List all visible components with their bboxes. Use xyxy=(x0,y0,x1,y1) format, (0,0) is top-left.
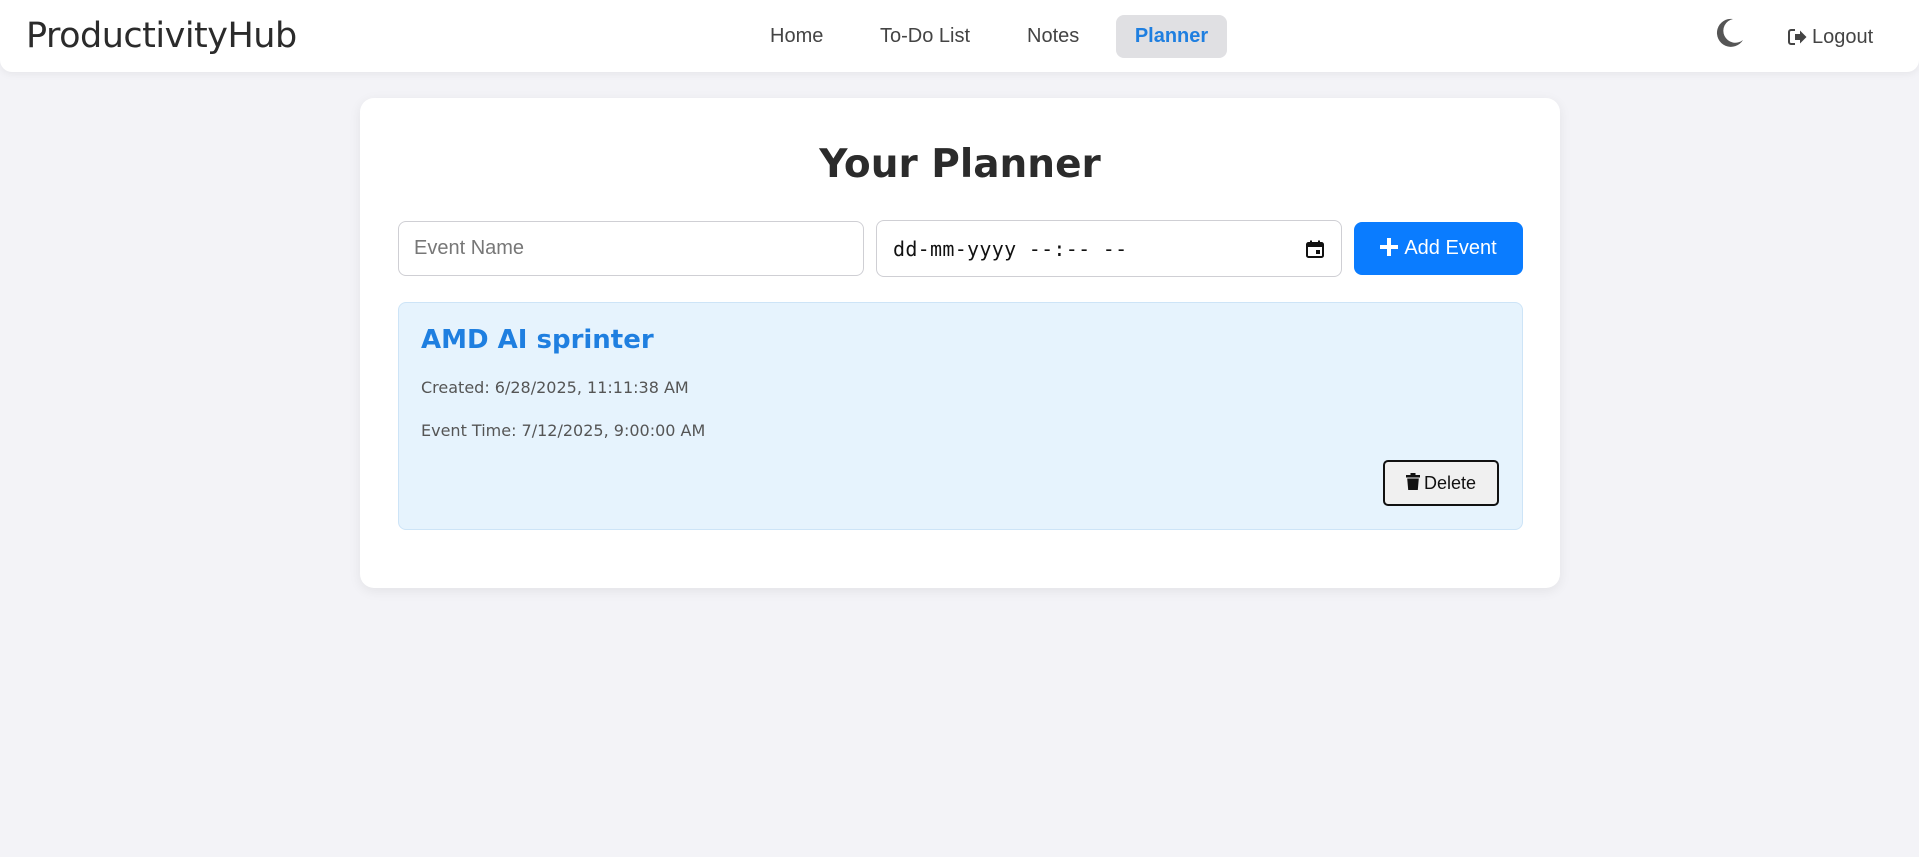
nav-item-planner[interactable]: Planner xyxy=(1116,15,1227,58)
event-datetime-input[interactable]: dd-mm-yyyy --:-- -- xyxy=(876,220,1342,277)
add-event-label: Add Event xyxy=(1404,237,1497,259)
datetime-placeholder: dd-mm-yyyy --:-- -- xyxy=(893,237,1128,261)
moon-icon[interactable] xyxy=(1712,16,1746,50)
nav-item-notes[interactable]: Notes xyxy=(1007,15,1099,58)
planner-card: Your Planner dd-mm-yyyy --:-- -- Add Eve… xyxy=(360,98,1560,588)
top-navbar: ProductivityHub Home To-Do List Notes Pl… xyxy=(0,0,1919,72)
calendar-icon[interactable] xyxy=(1305,239,1325,259)
page-title: Your Planner xyxy=(819,142,1101,187)
event-created-time: Created: 6/28/2025, 11:11:38 AM xyxy=(421,378,689,397)
delete-label: Delete xyxy=(1423,473,1477,493)
nav-item-todo-list[interactable]: To-Do List xyxy=(860,15,990,58)
logout-button[interactable]: Logout xyxy=(1788,22,1873,52)
event-title: AMD AI sprinter xyxy=(421,325,654,355)
logout-label: Logout xyxy=(1812,26,1874,48)
nav-item-home[interactable]: Home xyxy=(750,15,843,58)
event-scheduled-time: Event Time: 7/12/2025, 9:00:00 AM xyxy=(421,421,706,440)
delete-event-button[interactable]: Delete xyxy=(1383,460,1499,506)
trash-icon xyxy=(1405,473,1420,490)
sign-out-icon xyxy=(1788,29,1807,45)
add-event-button[interactable]: Add Event xyxy=(1354,222,1523,275)
event-item: AMD AI sprinter Created: 6/28/2025, 11:1… xyxy=(398,302,1523,530)
main-nav: Home To-Do List Notes Planner xyxy=(0,15,1919,59)
event-name-input[interactable] xyxy=(398,221,864,276)
plus-icon xyxy=(1380,238,1399,256)
